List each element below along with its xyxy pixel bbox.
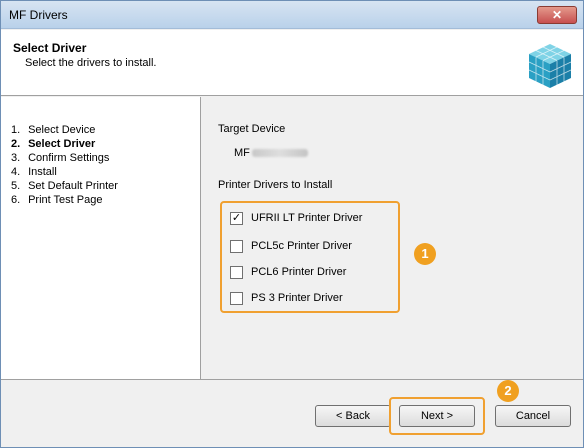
- driver-option-ps3[interactable]: PS 3 Printer Driver: [230, 291, 343, 305]
- step-item: 3. Confirm Settings: [11, 152, 110, 164]
- title-bar: MF Drivers ✕: [1, 1, 583, 29]
- checkbox[interactable]: [230, 291, 243, 305]
- callout-badge-1: 1: [414, 243, 436, 265]
- step-item: 4. Install: [11, 166, 57, 178]
- step-item-current: 2. Select Driver: [11, 138, 96, 150]
- step-item: 5. Set Default Printer: [11, 180, 118, 192]
- driver-option-pcl5c[interactable]: PCL5c Printer Driver: [230, 239, 352, 253]
- checkbox[interactable]: [230, 239, 243, 253]
- step-item: 6. Print Test Page: [11, 194, 103, 206]
- close-button[interactable]: ✕: [537, 6, 577, 24]
- driver-options-highlight: ✓ UFRII LT Printer Driver PCL5c Printer …: [220, 201, 400, 313]
- callout-badge-2: 2: [497, 380, 519, 402]
- content-panel: Target Device MF Printer Drivers to Inst…: [202, 97, 583, 379]
- window-title: MF Drivers: [9, 8, 68, 22]
- wizard-header: Select Driver Select the drivers to inst…: [1, 30, 583, 96]
- next-button[interactable]: Next >: [399, 405, 475, 427]
- button-bar: 2 < Back Next > Cancel: [1, 379, 583, 447]
- driver-option-pcl6[interactable]: PCL6 Printer Driver: [230, 265, 346, 279]
- driver-option-ufrii[interactable]: ✓ UFRII LT Printer Driver: [230, 211, 362, 225]
- checkbox[interactable]: [230, 265, 243, 279]
- drivers-label: Printer Drivers to Install: [218, 179, 333, 191]
- steps-list: 1. Select Device 2. Select Driver 3. Con…: [11, 123, 118, 207]
- mf-drivers-window: MF Drivers ✕ Select Driver Select the dr…: [0, 0, 584, 448]
- installer-cube-icon: [528, 44, 572, 88]
- target-device-value: MF: [234, 147, 308, 159]
- redacted-model: [251, 149, 308, 157]
- page-title: Select Driver: [13, 41, 87, 55]
- back-button[interactable]: < Back: [315, 405, 391, 427]
- page-subtitle: Select the drivers to install.: [25, 57, 157, 69]
- steps-panel: 1. Select Device 2. Select Driver 3. Con…: [1, 97, 201, 379]
- close-icon: ✕: [551, 8, 563, 22]
- checkbox-checked[interactable]: ✓: [230, 211, 243, 225]
- cancel-button[interactable]: Cancel: [495, 405, 571, 427]
- step-item: 1. Select Device: [11, 124, 96, 136]
- target-device-label: Target Device: [218, 123, 286, 135]
